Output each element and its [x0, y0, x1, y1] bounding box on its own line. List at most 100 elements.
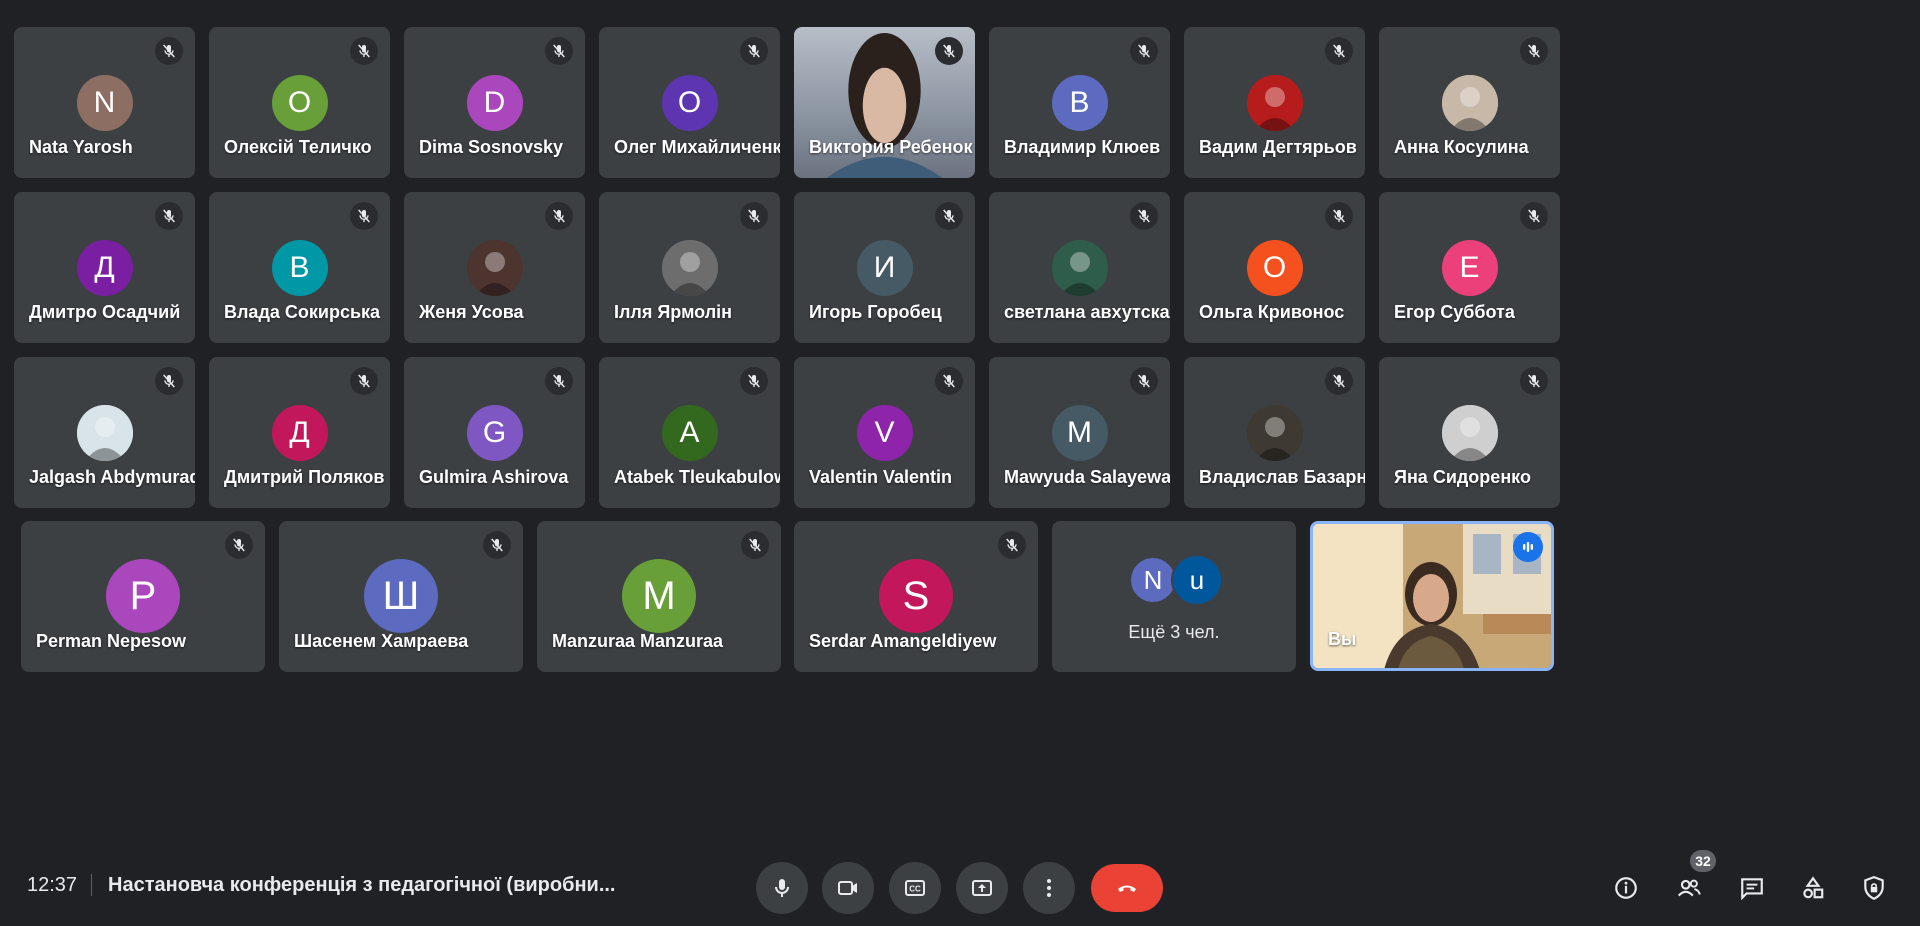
end-call-icon: [1118, 885, 1136, 892]
closed-captions-icon: CC: [905, 880, 925, 896]
participant-name: Дмитрий Поляков: [224, 467, 385, 487]
avatar-initial: M: [642, 573, 676, 618]
participant-name: Олексій Теличко: [224, 137, 372, 157]
participant-name: Dima Sosnovsky: [419, 137, 564, 157]
participant-name: Jalgash Abdymuradov: [29, 467, 195, 487]
participant-name: Valentin Valentin: [809, 467, 953, 487]
participant-tile[interactable]: D Dima Sosnovsky: [404, 27, 585, 178]
participant-tile[interactable]: N Nata Yarosh: [14, 27, 195, 178]
muted-mic-icon: [350, 37, 378, 65]
participant-tile[interactable]: Владислав Базарний: [1184, 357, 1365, 508]
participant-tile[interactable]: M Manzuraa Manzuraa: [537, 521, 781, 672]
avatar-initial: A: [679, 416, 700, 449]
activities-button[interactable]: [1791, 866, 1835, 910]
participant-avatar: P: [106, 559, 180, 633]
present-screen-button[interactable]: [956, 862, 1008, 914]
microphone-toggle-button[interactable]: [756, 862, 808, 914]
participant-name: Влада Сокирська: [224, 302, 381, 322]
participant-tile[interactable]: Д Дмитро Осадчий: [14, 192, 195, 343]
participant-tile[interactable]: Ілля Ярмолін: [599, 192, 780, 343]
participant-tile[interactable]: И Игорь Горобец: [794, 192, 975, 343]
participant-name: Дмитро Осадчий: [29, 302, 181, 322]
participant-avatar: D: [466, 75, 523, 131]
participant-name: Владислав Базарний: [1199, 467, 1365, 487]
participant-name: Игорь Горобец: [809, 302, 942, 322]
participant-tile[interactable]: V Valentin Valentin: [794, 357, 975, 508]
participant-tile[interactable]: Ш Шасенем Хамраева: [279, 521, 523, 672]
muted-mic-icon: [545, 367, 573, 395]
meeting-clock: 12:37: [27, 874, 78, 896]
participant-name: Nata Yarosh: [29, 137, 133, 157]
participant-tile[interactable]: P Perman Nepesow: [21, 521, 265, 672]
meeting-details-button[interactable]: [1604, 866, 1648, 910]
participant-name: Ілля Ярмолін: [614, 302, 733, 322]
participant-tile[interactable]: Е Егор Суббота: [1379, 192, 1560, 343]
more-avatar-2: u: [1171, 554, 1223, 606]
self-view-tile[interactable]: Вы: [1310, 521, 1554, 671]
participant-tile[interactable]: О Олег Михайличенко: [599, 27, 780, 178]
camera-toggle-button[interactable]: [822, 862, 874, 914]
avatar-initial: P: [129, 573, 157, 618]
participant-tile[interactable]: S Serdar Amangeldiyew: [794, 521, 1038, 672]
video-camera-icon: [838, 881, 857, 895]
avatar-initial: О: [287, 86, 312, 119]
participant-tile[interactable]: Анна Косулина: [1379, 27, 1560, 178]
avatar-initial: Ш: [382, 573, 420, 618]
muted-mic-icon: [350, 202, 378, 230]
participant-tile[interactable]: светлана авхутская: [989, 192, 1170, 343]
avatar-initial: D: [483, 86, 506, 119]
participant-tile[interactable]: Виктория Ребенок: [794, 27, 975, 178]
captions-button[interactable]: CC: [889, 862, 941, 914]
participant-count-badge: 32: [1690, 850, 1716, 872]
participant-tile[interactable]: Jalgash Abdymuradov: [14, 357, 195, 508]
participant-name: светлана авхутская: [1004, 302, 1170, 322]
participant-tile[interactable]: О Олексій Теличко: [209, 27, 390, 178]
participant-avatar: Е: [1441, 240, 1498, 296]
participant-avatar: Д: [271, 405, 328, 461]
bottom-toolbar: 12:37 Настановча конференція з педагогіч…: [0, 840, 1920, 926]
participant-tile[interactable]: Женя Усова: [404, 192, 585, 343]
toolbar-divider: [91, 874, 92, 896]
avatar-initial: И: [873, 251, 896, 284]
avatar-initial: Е: [1459, 251, 1480, 284]
participant-tile[interactable]: A Atabek Tleukabulow: [599, 357, 780, 508]
more-avatar-1: N: [1129, 556, 1177, 604]
muted-mic-icon: [155, 367, 183, 395]
chat-button[interactable]: [1730, 866, 1774, 910]
host-controls-button[interactable]: [1852, 866, 1896, 910]
muted-mic-icon: [740, 202, 768, 230]
chat-icon: [1741, 878, 1763, 901]
participant-avatar: M: [622, 559, 696, 633]
avatar-initial: G: [482, 416, 507, 449]
avatar-initial: В: [289, 251, 310, 284]
avatar-initial: Д: [94, 251, 115, 284]
participant-photo-avatar: [661, 240, 718, 296]
participant-avatar: A: [661, 405, 718, 461]
participant-avatar: S: [879, 559, 953, 633]
participant-tile[interactable]: Д Дмитрий Поляков: [209, 357, 390, 508]
participant-tile[interactable]: Яна Сидоренко: [1379, 357, 1560, 508]
muted-mic-icon: [935, 367, 963, 395]
participant-tile[interactable]: Вадим Дегтярьов: [1184, 27, 1365, 178]
leave-call-button[interactable]: [1091, 864, 1163, 912]
meeting-title[interactable]: Настановча конференція з педагогічної (в…: [108, 874, 616, 897]
participant-tile[interactable]: В Влада Сокирська: [209, 192, 390, 343]
participant-tile[interactable]: G Gulmira Ashirova: [404, 357, 585, 508]
muted-mic-icon: [1130, 367, 1158, 395]
more-participants-tile[interactable]: N u Ещё 3 чел.: [1052, 521, 1296, 672]
participant-tile[interactable]: О Ольга Кривонос: [1184, 192, 1365, 343]
participant-tile[interactable]: В Владимир Клюев: [989, 27, 1170, 178]
muted-mic-icon: [741, 531, 769, 559]
microphone-icon: [775, 879, 789, 897]
show-everyone-button[interactable]: [1667, 866, 1711, 910]
participant-name: Виктория Ребенок: [809, 137, 973, 157]
info-icon: [1615, 877, 1637, 899]
participant-avatar: M: [1051, 405, 1108, 461]
participant-tile[interactable]: M Mawyuda Salayewa: [989, 357, 1170, 508]
avatar-initial: В: [1069, 86, 1090, 119]
muted-mic-icon: [545, 202, 573, 230]
more-options-icon: [1047, 879, 1051, 897]
more-options-button[interactable]: [1023, 862, 1075, 914]
avatar-initial: О: [677, 86, 702, 119]
participant-name: Анна Косулина: [1394, 137, 1529, 157]
